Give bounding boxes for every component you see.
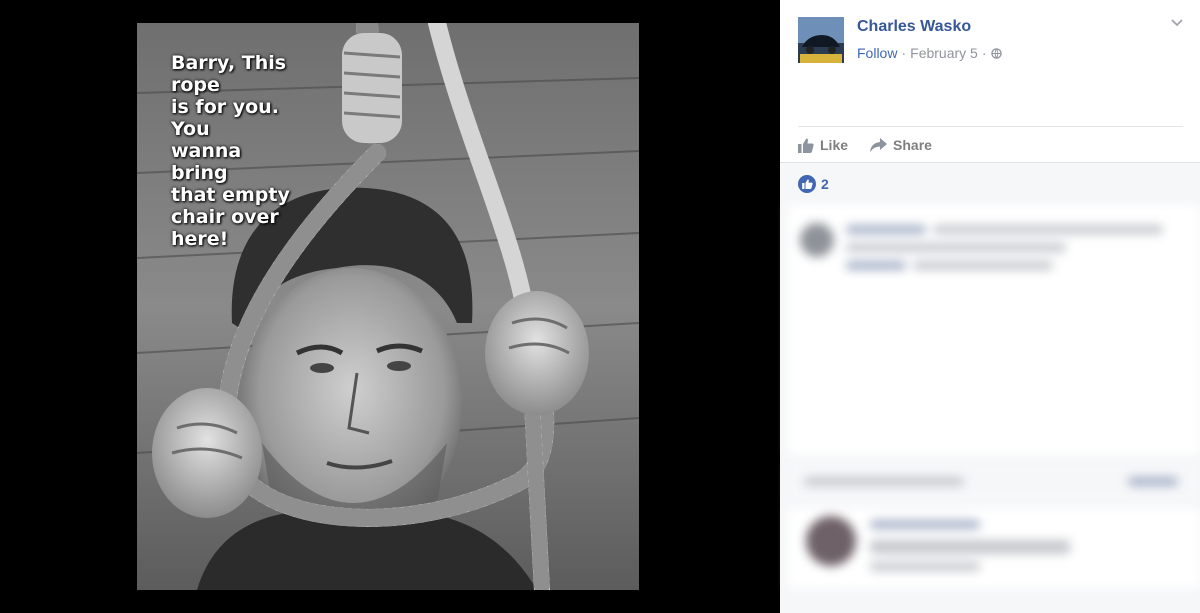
meta-separator: · bbox=[981, 45, 987, 61]
author-name[interactable]: Charles Wasko bbox=[857, 18, 971, 36]
thumbs-up-icon bbox=[798, 138, 814, 153]
blurred-text bbox=[846, 261, 906, 270]
blurred-avatar bbox=[806, 516, 856, 566]
blurred-text bbox=[804, 477, 964, 486]
blurred-comment-area bbox=[788, 205, 1200, 455]
car-photo-avatar-icon bbox=[798, 17, 844, 63]
share-arrow-icon bbox=[870, 138, 888, 152]
blurred-comment-area bbox=[788, 508, 1200, 588]
reaction-count: 2 bbox=[821, 176, 829, 192]
post-photo[interactable]: Barry, This rope is for you. You wanna b… bbox=[137, 23, 639, 590]
post-sidebar: Charles Wasko Follow · February 5 · Like bbox=[780, 0, 1200, 613]
comments-section: 2 bbox=[780, 163, 1200, 613]
blurred-text bbox=[870, 540, 1070, 554]
follow-link[interactable]: Follow bbox=[857, 45, 897, 61]
like-button[interactable]: Like bbox=[798, 137, 848, 153]
globe-icon[interactable] bbox=[990, 47, 1002, 59]
blurred-text bbox=[846, 243, 1066, 252]
thumbs-up-icon bbox=[798, 175, 816, 193]
meme-caption: Barry, This rope is for you. You wanna b… bbox=[171, 52, 290, 250]
share-label: Share bbox=[893, 137, 932, 153]
chevron-down-icon[interactable] bbox=[1170, 18, 1184, 28]
post-header: Charles Wasko Follow · February 5 · bbox=[780, 0, 1200, 127]
post-meta: Follow · February 5 · bbox=[857, 45, 1002, 61]
post-actions: Like Share bbox=[798, 126, 1183, 163]
reaction-summary[interactable]: 2 bbox=[798, 175, 829, 193]
blurred-text bbox=[1128, 477, 1178, 486]
blurred-avatar bbox=[800, 223, 834, 257]
blurred-text bbox=[846, 225, 926, 234]
blurred-text bbox=[913, 261, 1053, 270]
blurred-text bbox=[933, 225, 1163, 234]
blurred-text bbox=[870, 562, 980, 571]
blurred-text bbox=[870, 520, 980, 529]
meta-separator: · bbox=[901, 45, 907, 61]
author-avatar[interactable] bbox=[798, 17, 844, 63]
blurred-comment-area bbox=[788, 463, 1200, 503]
share-button[interactable]: Share bbox=[870, 137, 932, 153]
like-label: Like bbox=[820, 137, 849, 153]
photo-viewer: Barry, This rope is for you. You wanna b… bbox=[0, 0, 780, 613]
post-date[interactable]: February 5 bbox=[910, 45, 978, 61]
